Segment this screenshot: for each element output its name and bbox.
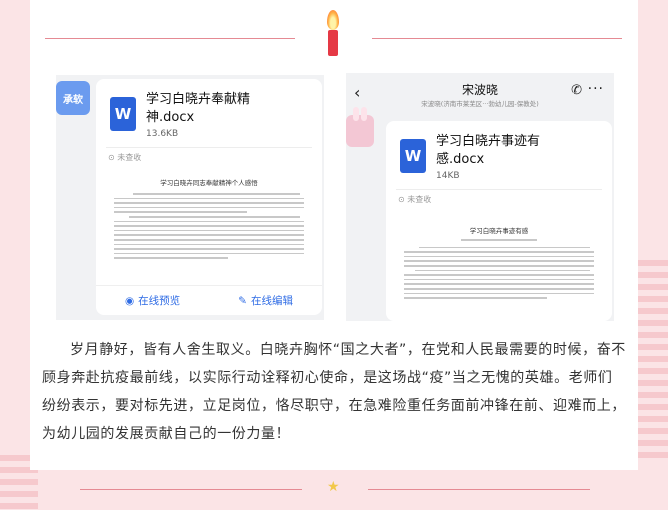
doc-title: 学习白晓卉同志奉献精神个人感悟 [160, 179, 258, 187]
top-divider-right [372, 38, 622, 39]
top-divider-left [45, 38, 295, 39]
status-text: ⊙ 未查收 [398, 195, 432, 204]
bottom-divider-right [368, 489, 590, 490]
preview-online-button[interactable]: ◉ 在线预览 [125, 293, 180, 308]
screenshot-left: 承软 W 学习白晓卉奉献精神.docx 13.6KB ⊙ 未查收 学习白晓卉同志… [56, 75, 324, 320]
call-icon[interactable]: ✆ [571, 83, 582, 98]
decor-stripes-right [634, 260, 668, 460]
contact-org: 宋波晓(济南市莱芜区···勃幼儿园-保教处) [421, 100, 539, 108]
unchecked-icon: ⊙ [108, 153, 115, 162]
chat-header: ‹ 宋波晓 宋波晓(济南市莱芜区···勃幼儿园-保教处) ✆ ··· [346, 73, 614, 115]
file-size: 13.6KB [146, 129, 179, 139]
card-divider [396, 189, 602, 190]
article-paragraph: 岁月静好，皆有人舍生取义。白晓卉胸怀“国之大者”，在党和人民最需要的时候，奋不顾… [42, 342, 626, 442]
file-name: 学习白晓卉奉献精神.docx [146, 92, 251, 125]
word-file-icon: W [110, 97, 136, 131]
more-icon[interactable]: ··· [588, 81, 604, 97]
file-size: 14KB [436, 171, 460, 181]
doc-preview: 学习白晓卉事迹有感 [398, 213, 600, 321]
star-icon: ★ [327, 479, 340, 495]
app-badge: 承软 [56, 81, 90, 115]
file-action-bar: ◉ 在线预览 ✎ 在线编辑 [96, 285, 322, 315]
word-file-icon: W [400, 139, 426, 173]
edit-icon: ✎ [238, 294, 247, 307]
file-message-card[interactable]: W 学习白晓卉事迹有感.docx 14KB ⊙ 未查收 学习白晓卉事迹有感 [386, 121, 612, 321]
unchecked-icon: ⊙ [398, 195, 405, 204]
file-name: 学习白晓卉事迹有感.docx [436, 134, 541, 167]
status-text: ⊙ 未查收 [108, 153, 142, 162]
screenshot-right: ‹ 宋波晓 宋波晓(济南市莱芜区···勃幼儿园-保教处) ✆ ··· W 学习白… [346, 73, 614, 321]
doc-title: 学习白晓卉事迹有感 [469, 227, 529, 235]
card-divider [106, 147, 312, 148]
eye-icon: ◉ [125, 294, 135, 307]
bottom-divider-left [80, 489, 302, 490]
file-message-card[interactable]: W 学习白晓卉奉献精神.docx 13.6KB ⊙ 未查收 学习白晓卉同志奉献精… [96, 79, 322, 315]
avatar [346, 107, 374, 147]
doc-preview: 学习白晓卉同志奉献精神个人感悟 [108, 169, 310, 279]
edit-online-button[interactable]: ✎ 在线编辑 [238, 293, 293, 308]
candle-icon [323, 10, 343, 56]
